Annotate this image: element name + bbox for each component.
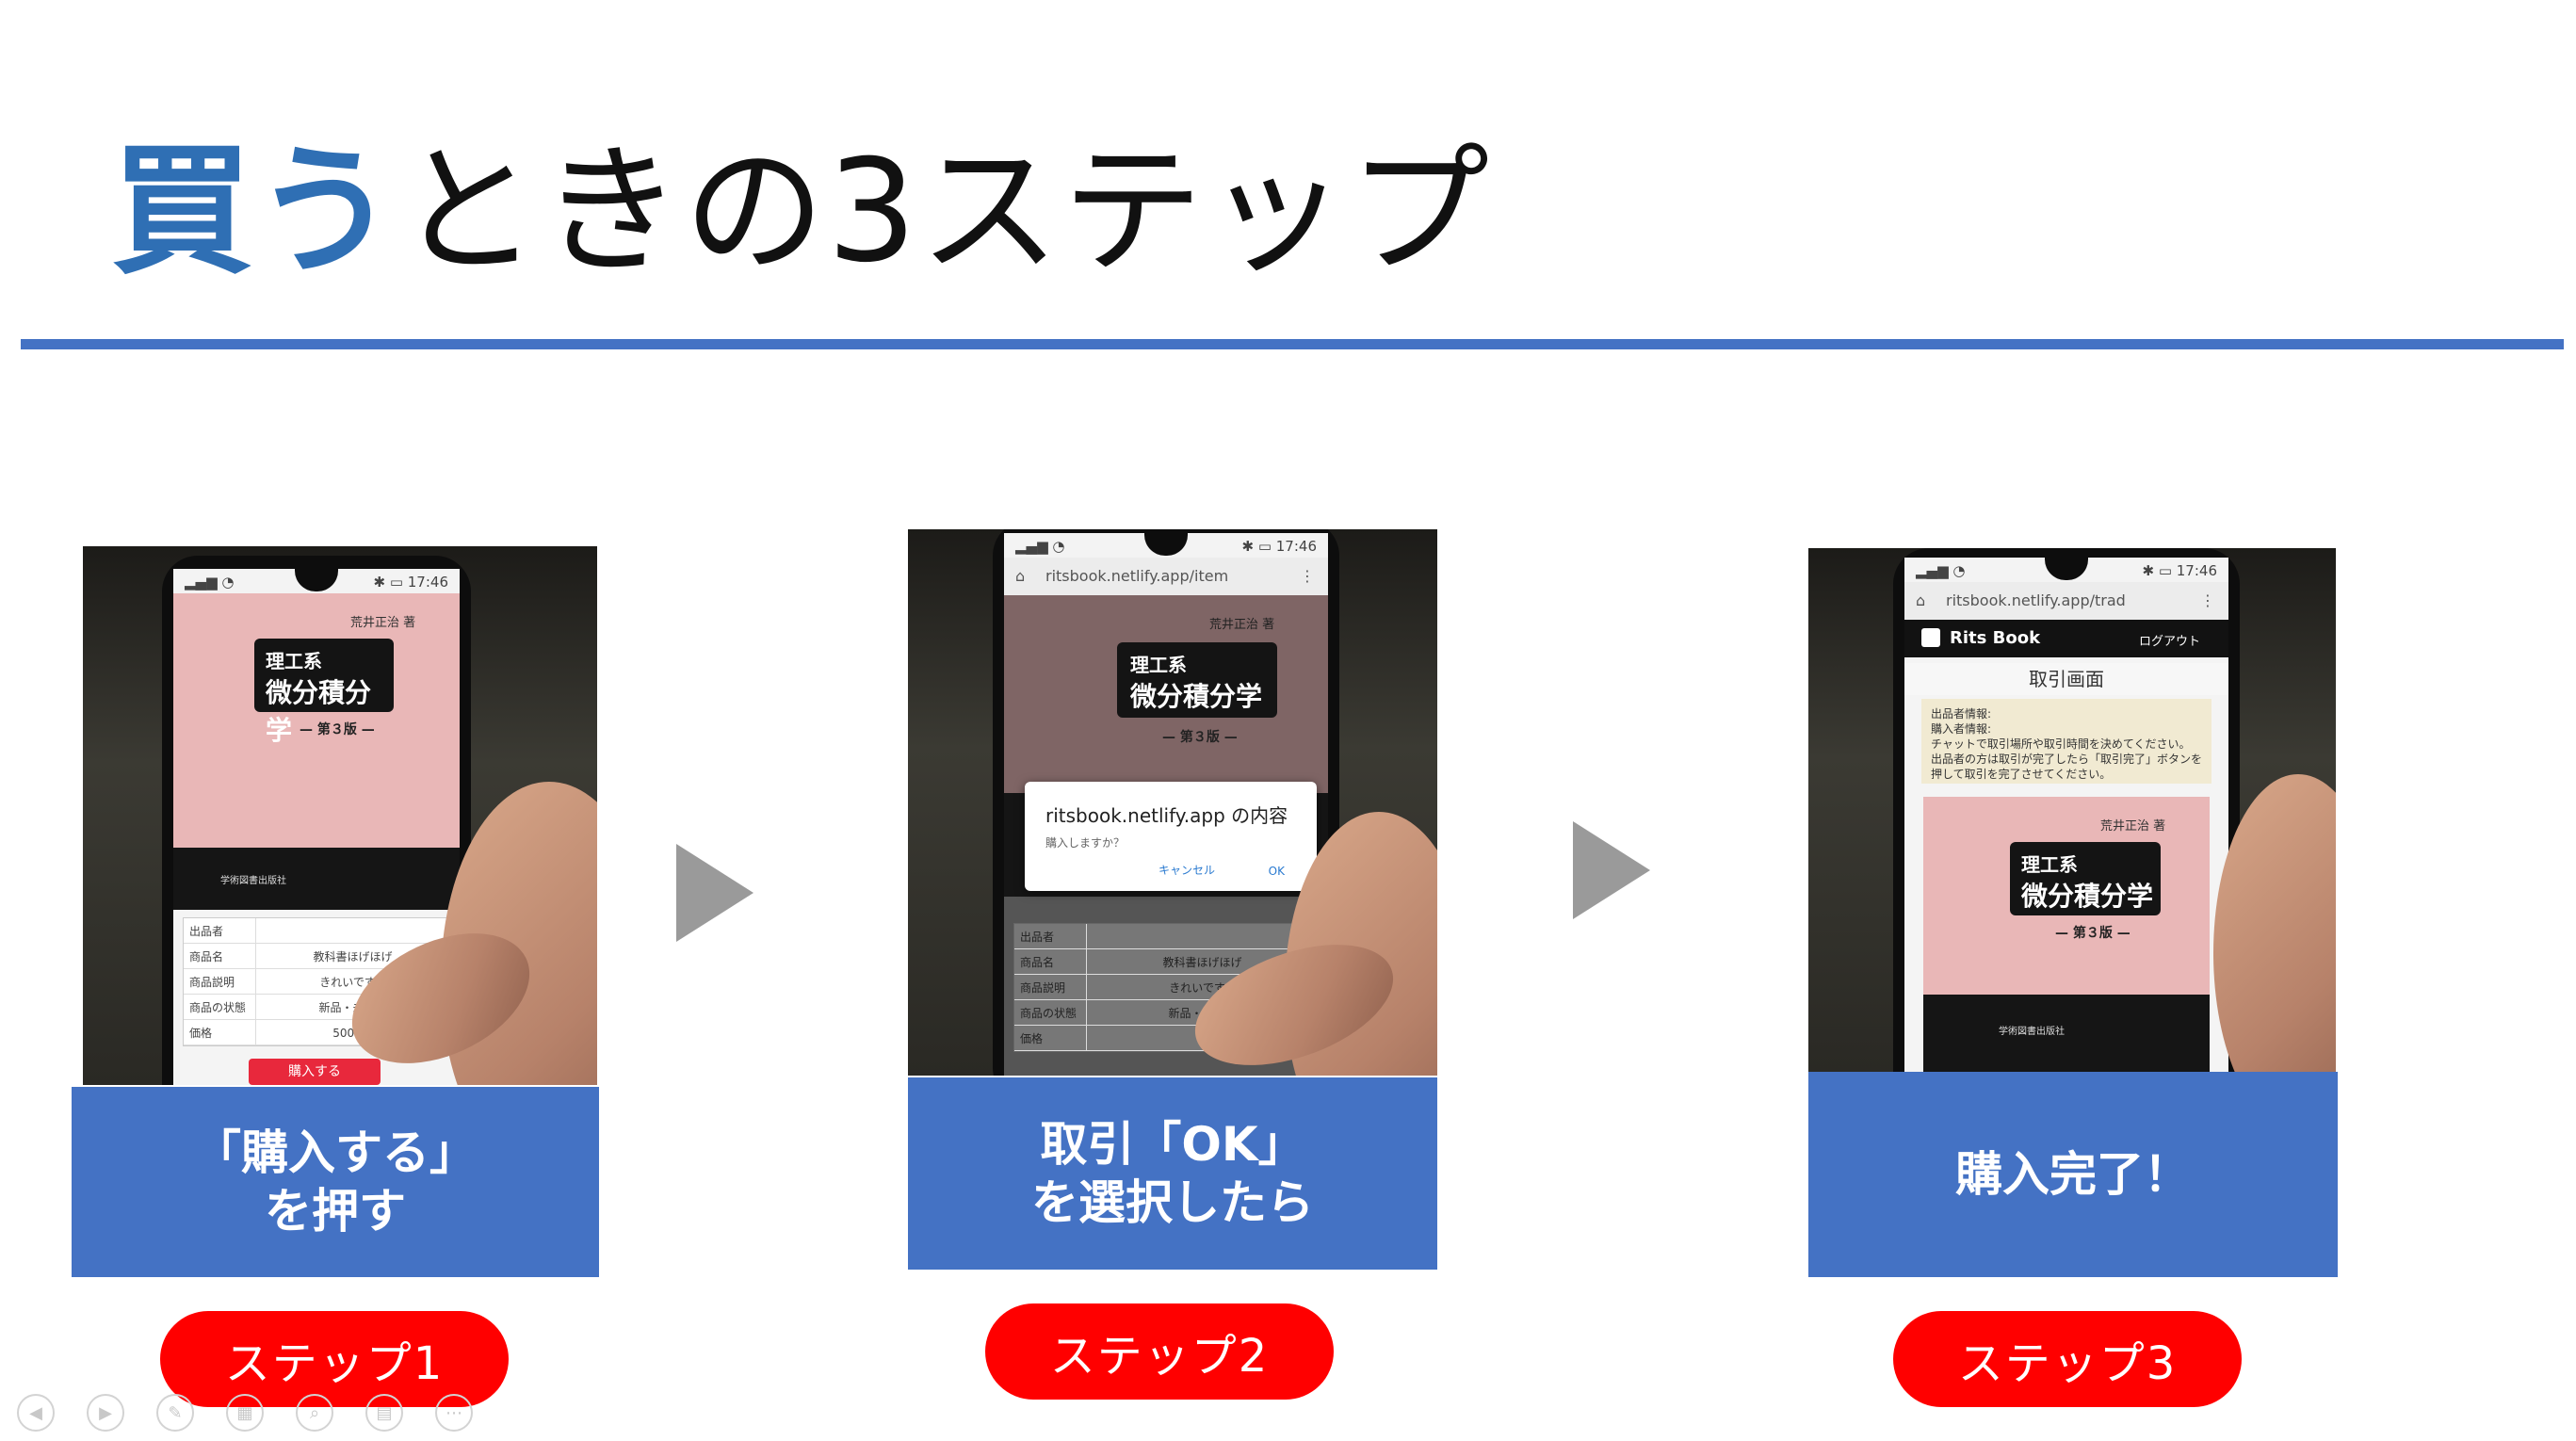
step2-pill: ステップ2 — [985, 1303, 1334, 1400]
title-rest: ときの3ステップ — [397, 130, 1492, 294]
publisher: 学術図書出版社 — [1999, 1027, 2065, 1037]
book-cover: 荒井正治 著 理工系 微分積分学 — 第３版 — — [1004, 595, 1328, 793]
book-author: 荒井正治 著 — [1209, 618, 1275, 632]
caption-line: 取引「OK」 — [1040, 1117, 1305, 1172]
table-row: 出品者 — [184, 918, 449, 944]
deal-info: 出品者情報: 購入者情報: チャットで取引場所や取引時間を決めてください。 出品… — [1921, 699, 2211, 784]
book-subtitle: 理工系 — [1130, 654, 1187, 676]
more-icon[interactable]: ⋯ — [435, 1394, 473, 1432]
app-header: Rits Book ログアウト — [1904, 620, 2228, 657]
dialog-ok-button[interactable]: OK — [1269, 865, 1285, 878]
next-icon[interactable]: ▶ — [87, 1394, 124, 1432]
step2-photo: ▂▄▆ ◔ ✱ ▭ 17:46 ⌂ ritsbook.netlify.app/ite… — [908, 529, 1437, 1076]
publisher: 学術図書出版社 — [220, 876, 286, 886]
book-edition: — 第３版 — — [2055, 926, 2130, 941]
book-title-box: 理工系 微分積分学 — [254, 639, 394, 746]
step1-pill: ステップ1 — [160, 1311, 509, 1407]
step3-pill: ステップ3 — [1893, 1311, 2242, 1407]
info-line: 購入者情報: — [1931, 722, 1992, 736]
browser-url-bar[interactable]: ⌂ ritsbook.netlify.app/item ⋮ — [1004, 558, 1328, 595]
caption-line: 購入完了！ — [1955, 1147, 2191, 1202]
logout-link[interactable]: ログアウト — [2139, 631, 2200, 649]
caption-line: を選択したら — [1031, 1175, 1314, 1230]
dialog-cancel-button[interactable]: キャンセル — [1158, 862, 1215, 878]
step3-photo: ▂▄▆ ◔ ✱ ▭ 17:46 ⌂ ritsbook.netlify.app/tra… — [1808, 548, 2336, 1072]
info-line: 出品者情報: — [1931, 707, 1992, 720]
confirm-dialog: ritsbook.netlify.app の内容 購入しますか？ キャンセル O… — [1025, 782, 1317, 891]
caption-line: を押す — [265, 1184, 406, 1239]
book-logo-icon — [1921, 628, 1940, 647]
url-text: ritsbook.netlify.app/trad — [1946, 591, 2126, 609]
table-row: 出品者 — [1014, 924, 1318, 949]
presentation-toolbar: ◀ ▶ ✎ ▦ ⌕ ▤ ⋯ — [17, 1394, 473, 1432]
zoom-icon[interactable]: ⌕ — [296, 1394, 333, 1432]
book-edition: — 第３版 — — [300, 722, 375, 737]
step1-caption: 「購入する」 を押す — [72, 1087, 599, 1277]
book-title: 微分積分学 — [2021, 881, 2154, 912]
book-cover-bottom: 学術図書出版社 — [1923, 995, 2210, 1072]
book-edition: — 第３版 — — [1162, 730, 1238, 745]
book-author: 荒井正治 著 — [2100, 819, 2166, 834]
subtitles-icon[interactable]: ▤ — [365, 1394, 403, 1432]
step1-photo: ▂▄▆ ◔ ✱ ▭ 17:46 荒井正治 著 理工系 微分積分学 — 第３版 — … — [83, 546, 597, 1085]
pen-icon[interactable]: ✎ — [156, 1394, 194, 1432]
previous-icon[interactable]: ◀ — [17, 1394, 55, 1432]
book-author: 荒井正治 著 — [350, 616, 416, 630]
deal-title: 取引画面 — [1904, 663, 2228, 695]
title-accent: 買う — [111, 130, 398, 294]
info-line: 出品者の方は取引が完了したら「取引完了」ボタンを — [1931, 753, 2203, 766]
app-name: Rits Book — [1950, 628, 2041, 648]
info-line: 押して取引を完了させてください。 — [1931, 768, 2112, 781]
next-step-arrow-icon — [1573, 821, 1650, 919]
browser-url-bar[interactable]: ⌂ ritsbook.netlify.app/trad ⋮ — [1904, 582, 2228, 620]
phone: ▂▄▆ ◔ ✱ ▭ 17:46 ⌂ ritsbook.netlify.app/tra… — [1893, 548, 2240, 1072]
buy-button[interactable]: 購入する — [249, 1059, 381, 1085]
title-underline — [21, 339, 2564, 349]
url-text: ritsbook.netlify.app/item — [1045, 567, 1229, 585]
slide-title: 買うときの3ステップ — [111, 141, 1491, 283]
next-step-arrow-icon — [676, 844, 753, 942]
step3-caption: 購入完了！ — [1808, 1072, 2338, 1277]
dialog-title: ritsbook.netlify.app の内容 — [1045, 804, 1288, 827]
caption-line: 「購入する」 — [194, 1125, 477, 1180]
book-title-box: 理工系 微分積分学 — [1117, 642, 1277, 718]
book-cover-bottom: 学術図書出版社 — [173, 848, 460, 910]
slides-icon[interactable]: ▦ — [226, 1394, 264, 1432]
dialog-message: 購入しますか？ — [1045, 836, 1126, 850]
info-line: チャットで取引場所や取引時間を決めてください。 — [1931, 737, 2191, 751]
book-cover: 荒井正治 著 理工系 微分積分学 — 第３版 — — [1923, 797, 2210, 995]
book-title: 微分積分学 — [1130, 681, 1263, 712]
book-subtitle: 理工系 — [266, 650, 322, 672]
phone-screen: ▂▄▆ ◔ ✱ ▭ 17:46 ⌂ ritsbook.netlify.app/tra… — [1904, 558, 2228, 1072]
step2-caption: 取引「OK」 を選択したら — [908, 1077, 1437, 1270]
book-title-box: 理工系 微分積分学 — [2010, 842, 2161, 915]
book-cover: 荒井正治 著 理工系 微分積分学 — 第３版 — — [173, 593, 460, 848]
book-subtitle: 理工系 — [2021, 853, 2078, 876]
